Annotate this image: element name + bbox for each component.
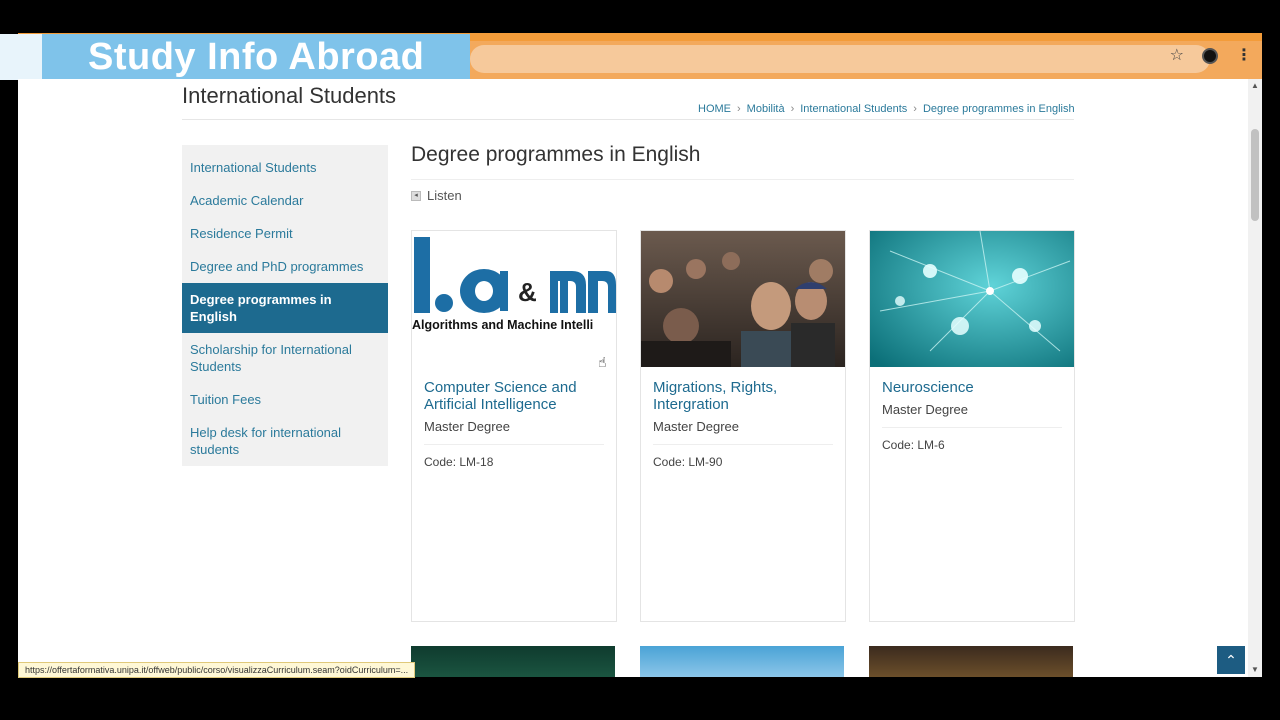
- sidebar-item-tuition-fees[interactable]: Tuition Fees: [182, 383, 388, 416]
- address-bar[interactable]: [470, 45, 1210, 73]
- section-title: Degree programmes in English: [411, 143, 701, 166]
- breadcrumb-international-students[interactable]: International Students: [800, 103, 907, 115]
- star-icon[interactable]: ☆: [1170, 47, 1184, 65]
- breadcrumb-current: Degree programmes in English: [922, 103, 1075, 115]
- card-code: Code: LM-6: [882, 438, 945, 452]
- scroll-down-arrow-icon[interactable]: ▼: [1251, 665, 1259, 674]
- hand-cursor-icon: ☝: [598, 354, 607, 370]
- speaker-icon: ◂: [411, 190, 421, 201]
- sidebar-item-residence-permit[interactable]: Residence Permit: [182, 217, 388, 250]
- scroll-up-arrow-icon[interactable]: ▲: [1251, 81, 1259, 90]
- svg-text:&: &: [518, 277, 537, 307]
- iam-logo-image: & Algorithms and Machine Intelli: [412, 231, 616, 367]
- breadcrumb-mobilita[interactable]: Mobilità: [747, 103, 785, 115]
- breadcrumb: HOME › Mobilità › International Students › …: [698, 103, 1075, 115]
- profile-avatar[interactable]: [1202, 48, 1218, 64]
- card-body: Migrations, Rights, Intergration Master …: [641, 367, 845, 481]
- programme-card-image-partial[interactable]: [869, 646, 1073, 677]
- programme-card-neuroscience[interactable]: Neuroscience Master Degree Code: LM-6: [869, 230, 1075, 622]
- breadcrumb-home[interactable]: HOME: [698, 103, 731, 115]
- card-degree-type: Master Degree: [424, 419, 510, 434]
- breadcrumb-separator: ›: [790, 103, 795, 115]
- banner-edge: [0, 34, 42, 80]
- card-title[interactable]: Computer Science and Artificial Intellig…: [424, 379, 604, 413]
- water-drops-photo: [870, 231, 1074, 367]
- card-body: Neuroscience Master Degree Code: LM-6: [870, 367, 1074, 464]
- listen-button[interactable]: ◂ Listen: [411, 188, 462, 203]
- screen-frame: ☆ ⋮ Study Info Abroad International Stud…: [0, 0, 1280, 720]
- programme-card-cs-ai[interactable]: & Algorithms and Machine Intelli Compute…: [411, 230, 617, 622]
- card-title[interactable]: Neuroscience: [882, 379, 1062, 396]
- card-image-iam-logo: & Algorithms and Machine Intelli: [412, 231, 616, 367]
- sidebar-item-degree-phd[interactable]: Degree and PhD programmes: [182, 250, 388, 283]
- card-degree-type: Master Degree: [882, 402, 968, 417]
- status-bar-url: https://offertaformativa.unipa.it/offweb…: [18, 662, 416, 678]
- sidebar-item-scholarship[interactable]: Scholarship for International Students: [182, 333, 388, 383]
- card-degree-type: Master Degree: [653, 419, 739, 434]
- kebab-menu-icon[interactable]: ⋮: [1236, 47, 1252, 65]
- sidebar-item-academic-calendar[interactable]: Academic Calendar: [182, 184, 388, 217]
- listen-label: Listen: [427, 188, 462, 203]
- header-divider: [182, 119, 1074, 120]
- sidebar-item-international-students[interactable]: International Students: [182, 151, 388, 184]
- web-page: International Students HOME › Mobilità › I…: [18, 79, 1248, 677]
- crowd-photo: [641, 231, 845, 367]
- logo-text: Algorithms and Machine Intelli: [412, 318, 593, 332]
- breadcrumb-separator: ›: [913, 103, 917, 115]
- card-title[interactable]: Migrations, Rights, Intergration: [653, 379, 833, 413]
- banner-title: Study Info Abroad: [88, 36, 425, 78]
- sidebar-item-help-desk[interactable]: Help desk for international students: [182, 416, 388, 466]
- card-code: Code: LM-90: [653, 455, 723, 469]
- card-divider: [424, 444, 604, 445]
- browser-actions: ☆ ⋮: [1170, 47, 1252, 65]
- programme-card-migrations[interactable]: Migrations, Rights, Intergration Master …: [640, 230, 846, 622]
- page-scrollbar[interactable]: ▲ ▼: [1248, 79, 1262, 677]
- card-divider: [882, 427, 1062, 428]
- programme-card-image-partial[interactable]: [640, 646, 844, 677]
- card-image-water-drops: [870, 231, 1074, 367]
- sidebar-item-degree-english[interactable]: Degree programmes in English: [182, 283, 388, 333]
- scroll-thumb[interactable]: [1251, 129, 1259, 221]
- section-divider: [411, 179, 1074, 180]
- overlay-banner: Study Info Abroad: [0, 34, 470, 80]
- sidebar-nav: International Students Academic Calendar…: [182, 145, 388, 466]
- card-divider: [653, 444, 833, 445]
- breadcrumb-separator: ›: [737, 103, 741, 115]
- card-body: Computer Science and Artificial Intellig…: [412, 367, 616, 481]
- programme-card-image-partial[interactable]: [411, 646, 615, 677]
- back-to-top-icon[interactable]: ⌃: [1217, 646, 1245, 674]
- page-title: International Students: [182, 83, 397, 108]
- card-image-crowd-photo: [641, 231, 845, 367]
- card-code: Code: LM-18: [424, 455, 494, 469]
